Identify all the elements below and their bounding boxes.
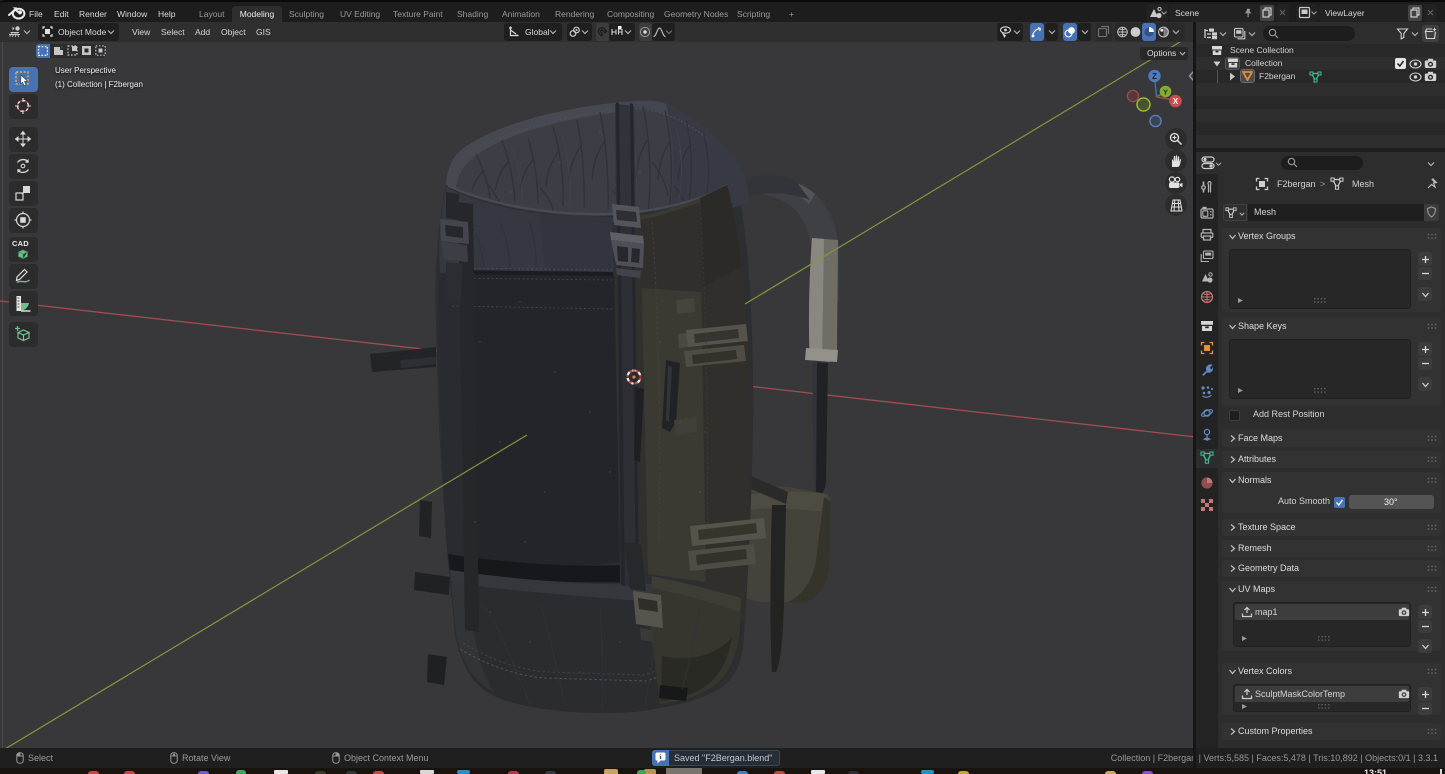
svg-text:Y: Y [1163, 88, 1168, 97]
svg-text:X: X [1173, 97, 1179, 106]
svg-text:Z: Z [1152, 72, 1157, 81]
